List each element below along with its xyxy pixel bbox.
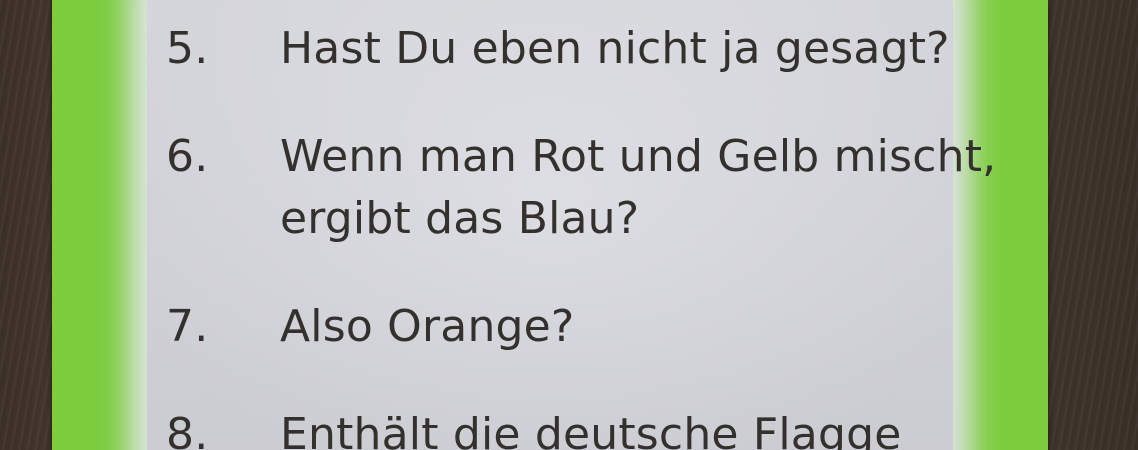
question-text: Also Orange?: [280, 296, 574, 358]
question-card: 5. Hast Du eben nicht ja gesagt? 6. Wenn…: [52, 0, 1048, 450]
question-line-2: ergibt das Blau?: [280, 193, 640, 244]
question-text: Wenn man Rot und Gelb mischt, ergibt das…: [280, 126, 996, 250]
question-text: Enthält die deutsche Flagge: [280, 404, 902, 450]
question-line-1: Hast Du eben nicht ja gesagt?: [280, 23, 950, 74]
question-number: 6.: [166, 131, 209, 182]
question-number: 7.: [166, 301, 209, 352]
question-number: 5.: [166, 23, 209, 74]
question-line-1: Also Orange?: [280, 301, 575, 352]
question-line-1: Enthält die deutsche Flagge: [280, 409, 902, 450]
question-number: 8.: [166, 409, 209, 450]
question-text: Hast Du eben nicht ja gesagt?: [280, 18, 950, 80]
question-line-1: Wenn man Rot und Gelb mischt,: [280, 131, 997, 182]
